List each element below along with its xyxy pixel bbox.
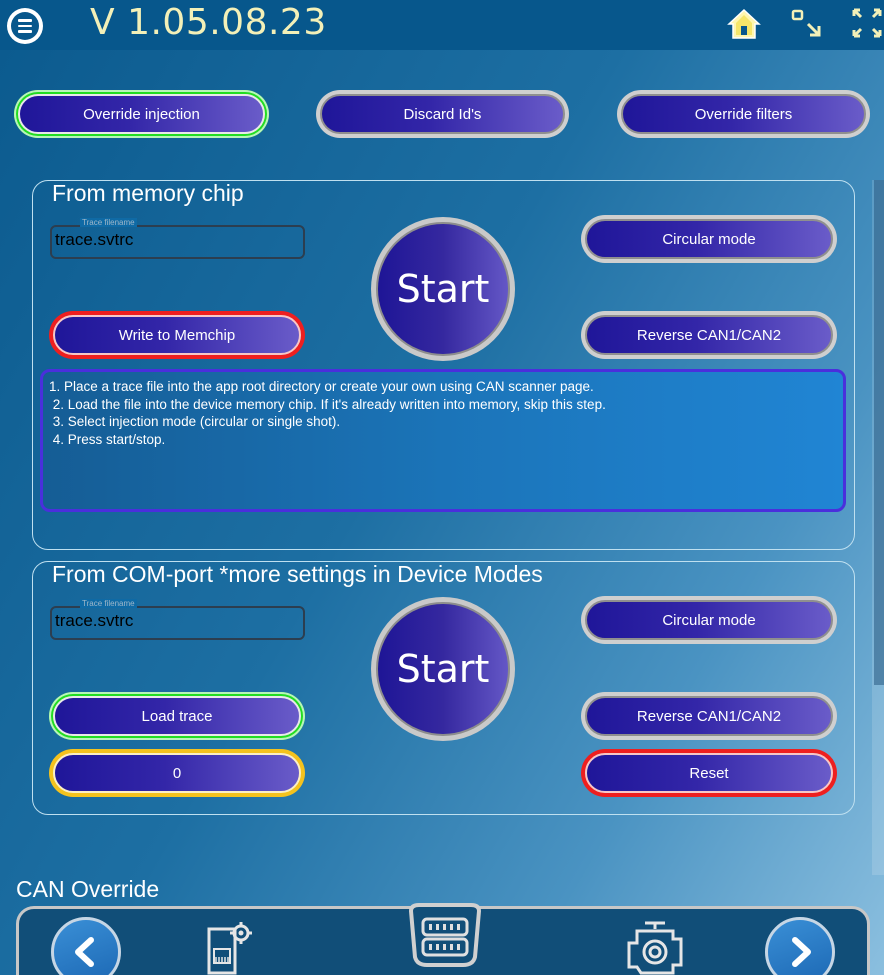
version-label: V 1.05.08.23	[90, 2, 327, 43]
can-override-heading: CAN Override	[16, 876, 160, 902]
counter-button[interactable]: 0	[49, 749, 305, 797]
home-icon[interactable]	[726, 6, 762, 46]
collapse-icon[interactable]	[791, 8, 827, 48]
engine-icon[interactable]	[625, 919, 689, 975]
memory-circular-mode-button[interactable]: Circular mode	[581, 215, 837, 263]
circular-mode-label: Circular mode	[585, 600, 833, 640]
reverse-can-label: Reverse CAN1/CAN2	[585, 315, 833, 355]
fullscreen-icon[interactable]	[850, 6, 884, 44]
write-to-memchip-label: Write to Memchip	[53, 315, 301, 355]
discard-ids-label: Discard Id's	[320, 94, 565, 134]
memory-card-settings-icon[interactable]	[205, 919, 257, 975]
reset-label: Reset	[585, 753, 833, 793]
chevron-right-icon[interactable]	[765, 917, 835, 975]
circular-mode-label: Circular mode	[585, 219, 833, 259]
trace-filename-legend: Trace filename	[80, 599, 137, 608]
write-to-memchip-button[interactable]: Write to Memchip	[49, 311, 305, 359]
memory-start-button[interactable]: Start	[371, 217, 515, 361]
top-header: V 1.05.08.23	[0, 0, 884, 50]
obd-connector-icon[interactable]	[405, 903, 485, 975]
discard-ids-button[interactable]: Discard Id's	[316, 90, 569, 138]
memory-trace-filename-field[interactable]: Trace filename trace.svtrc	[50, 218, 305, 259]
trace-filename-legend: Trace filename	[80, 218, 137, 227]
reset-button[interactable]: Reset	[581, 749, 837, 797]
instructions-textarea[interactable]: 1. Place a trace file into the app root …	[40, 369, 846, 512]
memory-chip-title: From memory chip	[52, 180, 244, 206]
bottom-nav-bar	[16, 903, 870, 975]
chevron-left-icon[interactable]	[51, 917, 121, 975]
com-trace-filename-field[interactable]: Trace filename trace.svtrc	[50, 599, 305, 640]
com-port-title: From COM-port *more settings in Device M…	[52, 561, 543, 587]
override-injection-label: Override injection	[18, 94, 265, 134]
load-trace-label: Load trace	[53, 696, 301, 736]
override-filters-button[interactable]: Override filters	[617, 90, 870, 138]
override-injection-button[interactable]: Override injection	[14, 90, 269, 138]
reverse-can-label: Reverse CAN1/CAN2	[585, 696, 833, 736]
com-circular-mode-button[interactable]: Circular mode	[581, 596, 837, 644]
scrollbar-thumb[interactable]	[874, 180, 884, 685]
com-start-button[interactable]: Start	[371, 597, 515, 741]
trace-filename-value: trace.svtrc	[55, 230, 134, 249]
start-label: Start	[376, 222, 510, 356]
com-reverse-can-button[interactable]: Reverse CAN1/CAN2	[581, 692, 837, 740]
menu-icon[interactable]	[7, 8, 43, 44]
memory-reverse-can-button[interactable]: Reverse CAN1/CAN2	[581, 311, 837, 359]
start-label: Start	[376, 602, 510, 736]
override-filters-label: Override filters	[621, 94, 866, 134]
load-trace-button[interactable]: Load trace	[49, 692, 305, 740]
counter-value: 0	[53, 753, 301, 793]
trace-filename-value: trace.svtrc	[55, 611, 134, 630]
